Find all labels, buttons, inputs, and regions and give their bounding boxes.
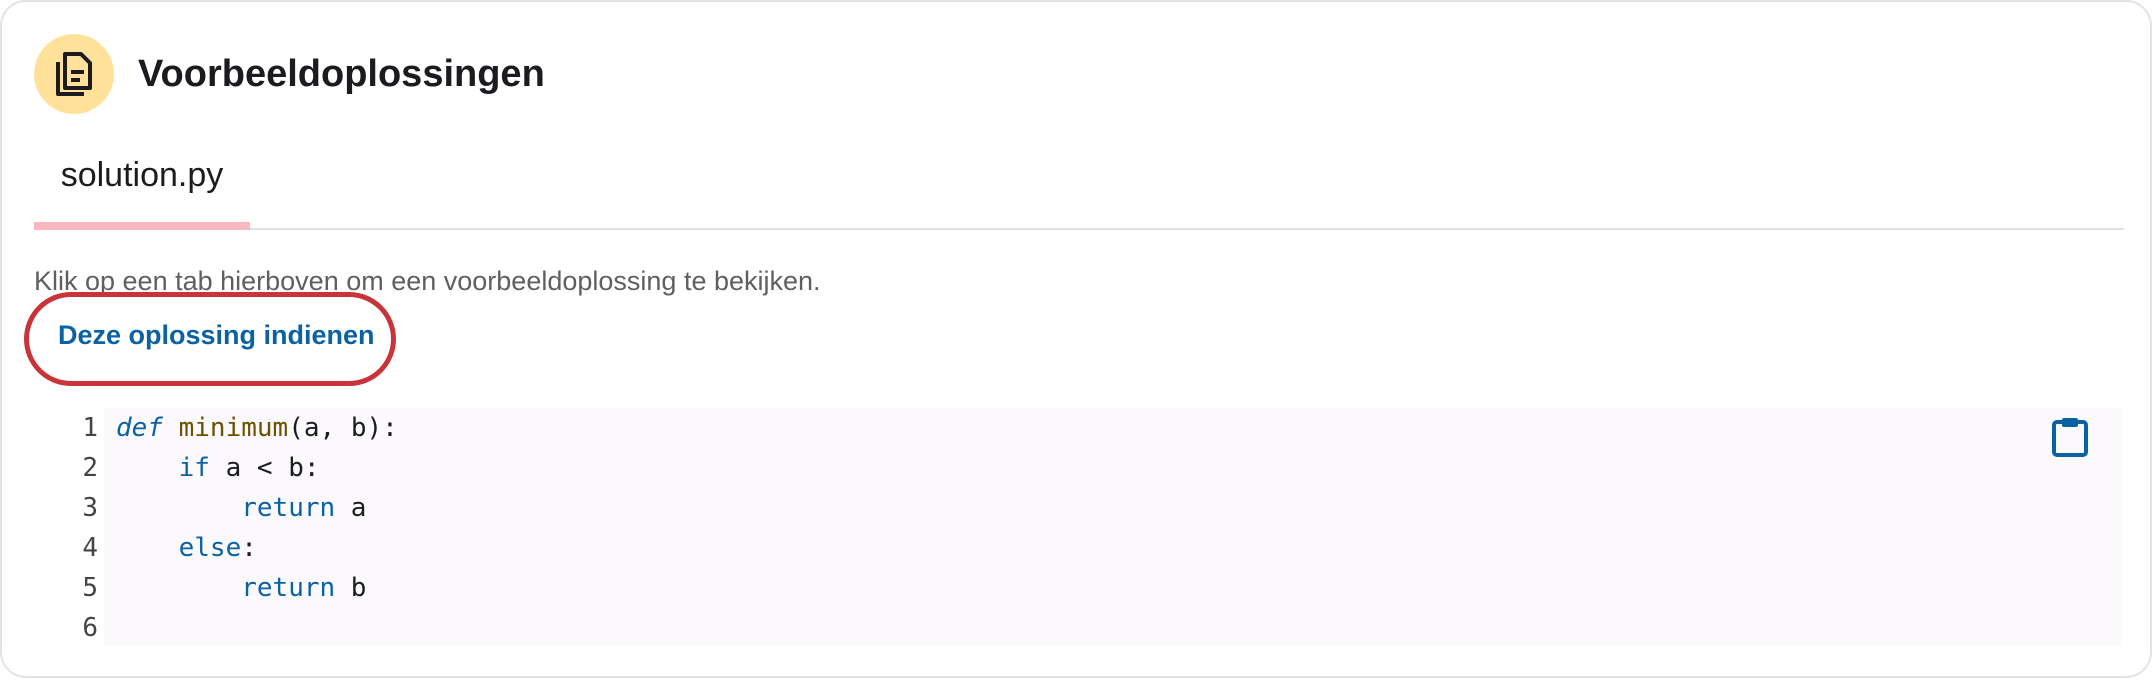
code-token: else xyxy=(178,533,242,563)
file-copy-icon xyxy=(34,34,114,114)
submit-solution-link[interactable]: Deze oplossing indienen xyxy=(58,320,375,351)
code-line: else: xyxy=(116,528,257,568)
code-token: : xyxy=(241,533,257,563)
code-line: def minimum(a, b): xyxy=(116,408,398,448)
line-number-gutter: 1 2 3 4 5 6 xyxy=(62,408,98,646)
code-line: return a xyxy=(116,488,366,528)
line-number: 6 xyxy=(82,613,98,643)
code-token: (a, b): xyxy=(288,413,398,443)
hint-text: Klik op een tab hierboven om een voorbee… xyxy=(34,266,821,296)
code-token: b xyxy=(335,573,367,603)
line-number: 4 xyxy=(82,533,98,563)
code-token: a < b: xyxy=(209,453,320,483)
line-number: 3 xyxy=(82,493,98,523)
line-number: 5 xyxy=(82,573,98,603)
code-token: if xyxy=(178,453,210,483)
code-token: minimum xyxy=(178,413,289,443)
line-number: 1 xyxy=(82,413,98,443)
page-title: Voorbeeldoplossingen xyxy=(138,52,545,95)
solutions-card: Voorbeeldoplossingen solution.py Klik op… xyxy=(0,0,2152,678)
tab-solution-py[interactable]: solution.py xyxy=(34,142,250,230)
code-token: a xyxy=(335,493,367,523)
code-token: return xyxy=(241,573,336,603)
copy-code-button[interactable] xyxy=(2048,414,2092,460)
line-number: 2 xyxy=(82,453,98,483)
card-header: Voorbeeldoplossingen xyxy=(34,34,545,114)
code-token: def xyxy=(116,413,163,443)
code-block xyxy=(104,408,2122,646)
code-line: return b xyxy=(116,568,366,608)
active-tab-indicator xyxy=(34,222,250,230)
code-line: if a < b: xyxy=(116,448,320,488)
code-token: return xyxy=(241,493,336,523)
clipboard-icon xyxy=(2052,418,2088,457)
file-tabs: solution.py xyxy=(34,142,2124,230)
